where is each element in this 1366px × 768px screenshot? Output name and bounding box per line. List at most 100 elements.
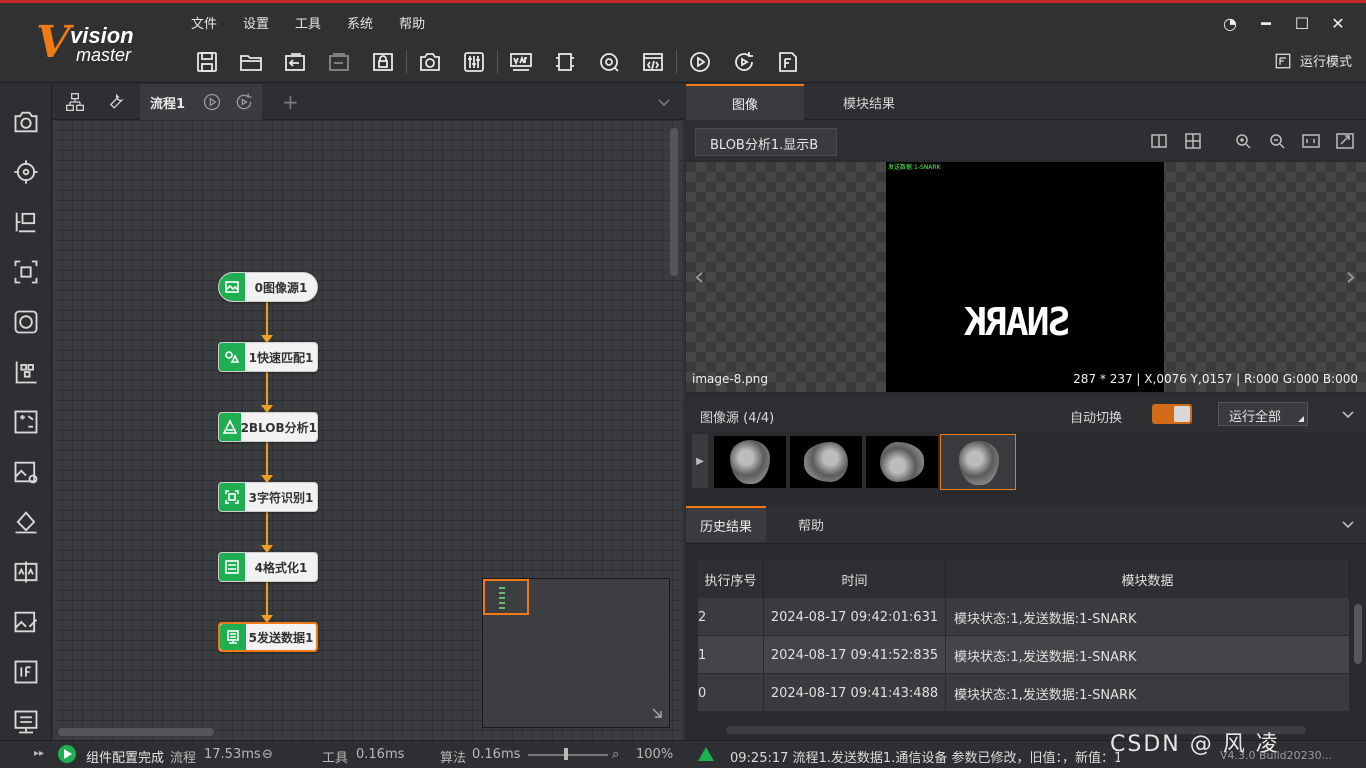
table-row[interactable]: 0 2024-08-17 09:41:43:488 模块状态:1,发送数据:1-… [698,674,1350,712]
zoom-search-icon[interactable]: ⌕ [612,747,619,762]
expand-icon[interactable]: ▸▸ [34,748,44,759]
minimize-button[interactable]: ━ [1248,11,1284,35]
logic-if-icon[interactable] [10,656,42,688]
global-script-icon[interactable] [592,45,626,79]
grid-view-icon[interactable] [1182,130,1204,152]
column-header-data[interactable]: 模块数据 [946,560,1350,598]
image-viewer[interactable]: 发送数据:1-SNARK SNARK ‹ › image-8.png 287 *… [686,162,1366,392]
table-row[interactable]: 1 2024-08-17 09:41:52:835 模块状态:1,发送数据:1-… [698,636,1350,674]
prev-image-icon[interactable]: ‹ [694,262,704,292]
open-folder-icon[interactable] [234,45,268,79]
menu-system[interactable]: 系统 [334,11,386,35]
wrench-icon[interactable] [100,90,130,114]
cell-time: 2024-08-17 09:41:43:488 [764,674,946,712]
flow-tree-icon[interactable] [60,90,90,114]
export-icon[interactable] [322,45,356,79]
menu-help[interactable]: 帮助 [386,11,438,35]
tab-flow1[interactable]: 流程1 [140,84,262,120]
table-row[interactable]: 2 2024-08-17 09:42:01:631 模块状态:1,发送数据:1-… [698,598,1350,636]
flow-link [266,441,268,477]
eye-off-icon[interactable]: ⊖ [262,747,273,762]
close-button[interactable]: ✕ [1320,11,1356,35]
chevron-down-icon[interactable] [1340,406,1356,426]
thumbnail-image[interactable] [866,436,938,488]
actual-size-icon[interactable] [1300,130,1322,152]
report-icon[interactable] [771,45,805,79]
image-process-icon[interactable] [10,256,42,288]
menu-file[interactable]: 文件 [178,11,230,35]
run-mode-label: 运行模式 [1299,55,1352,70]
tuning-icon[interactable] [457,45,491,79]
tab-image[interactable]: 图像 [686,84,804,120]
flow-node-format[interactable]: 4格式化1 [218,552,318,582]
locate-tool-icon[interactable] [10,156,42,188]
image-gen-icon[interactable] [10,456,42,488]
flow-node-send-data[interactable]: 5发送数据1 [218,622,318,652]
run-loop-icon[interactable] [727,45,761,79]
measure-tool-icon[interactable] [10,206,42,238]
minimap-viewport[interactable] [483,579,529,615]
cell-data: 模块状态:1,发送数据:1-SNARK [946,636,1350,674]
zoom-slider[interactable] [528,754,608,756]
code-icon[interactable] [636,45,670,79]
thumbnail-image[interactable] [790,436,862,488]
add-flow-icon[interactable]: + [282,90,299,114]
flow-minimap[interactable] [482,578,670,728]
maximize-button[interactable]: ☐ [1284,11,1320,35]
save-icon[interactable] [190,45,224,79]
zoom-out-icon[interactable] [1266,130,1288,152]
run-once-icon[interactable] [683,45,717,79]
canvas-horizontal-scrollbar[interactable] [58,728,214,736]
thumbnail-image-selected[interactable] [940,434,1016,490]
import-icon[interactable] [278,45,312,79]
camera-icon[interactable] [413,45,447,79]
thumbnail-scroll-icon[interactable]: ▶ [692,434,708,488]
menu-settings[interactable]: 设置 [230,11,282,35]
zoom-slider-handle[interactable] [564,748,568,760]
camera-tool-icon[interactable] [10,106,42,138]
defect-tool-icon[interactable] [10,556,42,588]
resize-arrow-icon[interactable] [651,704,663,723]
tab-history-results[interactable]: 历史结果 [686,506,766,542]
node-label: 1快速匹配1 [248,350,314,365]
single-view-icon[interactable] [1148,130,1170,152]
display-select[interactable]: BLOB分析1.显示B [695,128,837,156]
calibration-icon[interactable] [10,356,42,388]
recognition-icon[interactable] [10,306,42,338]
auto-switch-label: 自动切换 [1070,411,1123,426]
communication-icon[interactable] [10,706,42,738]
lock-icon[interactable] [366,45,400,79]
variable-icon[interactable] [504,45,538,79]
history-vertical-scrollbar[interactable] [1354,604,1362,664]
deep-learning-icon[interactable] [10,606,42,638]
canvas-vertical-scrollbar[interactable] [670,128,678,276]
ocr-icon [219,483,245,511]
column-header-seq[interactable]: 执行序号 [698,560,764,598]
flow-canvas[interactable]: 0图像源1 1快速匹配1 2BLOB分析1 3字符识别1 4格式化1 5发送数据… [52,120,684,740]
flow-run-loop-icon[interactable] [234,92,254,112]
flow-run-once-icon[interactable] [202,92,222,112]
run-all-dropdown[interactable]: 运行全部 [1218,402,1308,426]
io-icon[interactable] [548,45,582,79]
flow-node-ocr[interactable]: 3字符识别1 [218,482,318,512]
watermark: CSDN @ 风 凌 [1110,732,1280,757]
flow-node-blob[interactable]: 2BLOB分析1 [218,412,318,442]
tab-help[interactable]: 帮助 [766,506,856,542]
image-filename: image-8.png [692,372,768,386]
thumbnail-image[interactable] [714,436,786,488]
zoom-in-icon[interactable] [1232,130,1254,152]
column-header-time[interactable]: 时间 [764,560,946,598]
chevron-down-icon[interactable] [1340,516,1356,536]
timer-icon[interactable]: ◔ [1212,11,1248,35]
color-tool-icon[interactable] [10,506,42,538]
run-mode-button[interactable]: 运行模式 [1274,51,1352,70]
flow-node-image-source[interactable]: 0图像源1 [218,272,318,302]
auto-switch-toggle[interactable] [1152,404,1192,424]
flow-node-fast-match[interactable]: 1快速匹配1 [218,342,318,372]
menu-tools[interactable]: 工具 [282,11,334,35]
calc-tool-icon[interactable] [10,406,42,438]
fit-window-icon[interactable] [1334,130,1356,152]
tab-module-results[interactable]: 模块结果 [804,84,934,120]
chevron-down-icon[interactable] [656,94,672,114]
next-image-icon[interactable]: › [1346,262,1356,292]
